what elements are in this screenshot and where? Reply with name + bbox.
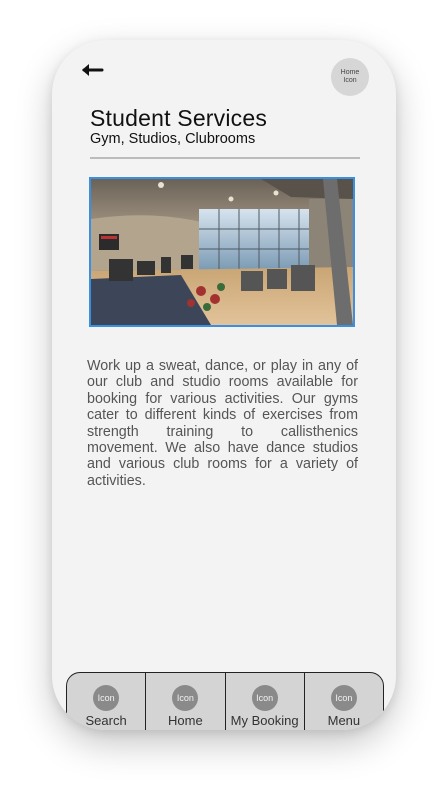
nav-label-menu: Menu	[327, 713, 361, 728]
nav-item-home[interactable]: Icon Home	[146, 673, 226, 730]
bottom-navigation: Icon Search Icon Home Icon My Booking Ic…	[66, 672, 384, 730]
header-divider	[90, 157, 360, 159]
nav-item-my-booking[interactable]: Icon My Booking	[226, 673, 305, 730]
menu-icon: Icon	[330, 685, 357, 711]
nav-item-menu[interactable]: Icon Menu	[305, 673, 383, 730]
page-title: Student Services	[90, 105, 268, 131]
page-description: Work up a sweat, dance, or play in any o…	[87, 358, 358, 489]
nav-label-my-booking: My Booking	[230, 713, 299, 728]
gym-hero-image	[89, 177, 355, 327]
nav-item-search[interactable]: Icon Search	[67, 673, 147, 730]
booking-icon: Icon	[251, 685, 278, 711]
home-icon[interactable]: Home Icon	[331, 58, 369, 96]
phone-frame: Home Icon Student Services Gym, Studios,…	[52, 40, 396, 730]
page-subtitle: Gym, Studios, Clubrooms	[90, 131, 256, 147]
search-icon: Icon	[93, 685, 120, 711]
nav-label-search: Search	[85, 713, 127, 728]
back-arrow-icon[interactable]	[78, 60, 104, 80]
nav-label-home: Home	[168, 713, 203, 728]
home-nav-icon: Icon	[172, 685, 199, 711]
